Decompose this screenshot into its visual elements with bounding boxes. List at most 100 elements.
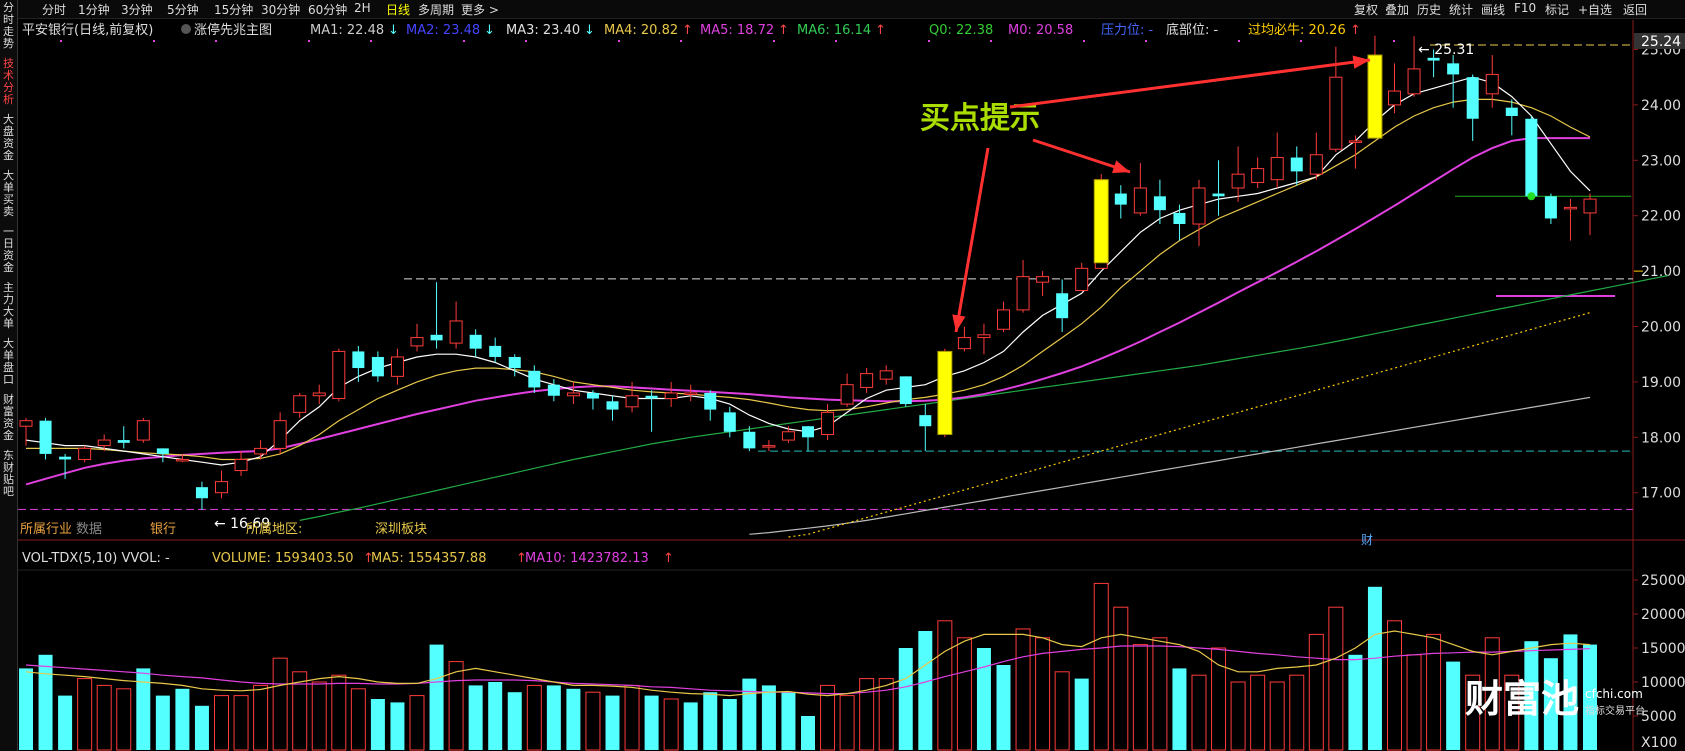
top-marker-dot	[773, 40, 775, 42]
watermark-url: cfchi.com	[1585, 687, 1643, 701]
sidebar-item-2[interactable]: 大盘资金	[1, 114, 16, 162]
volume-bar	[878, 678, 894, 751]
toolbar-button-6[interactable]: 标记	[1545, 1, 1569, 18]
candle-body	[762, 445, 776, 448]
period-tab-9[interactable]: 多周期	[418, 1, 454, 18]
candle-body	[1505, 107, 1518, 116]
sidebar-item-0[interactable]: 分时走势	[1, 2, 16, 50]
candle-body	[430, 334, 443, 341]
volume-bar	[350, 688, 366, 751]
toolbar-button-2[interactable]: 历史	[1417, 1, 1441, 18]
toolbar-button-1[interactable]: 叠加	[1385, 1, 1409, 18]
ma-arrow-4: ↑	[682, 23, 693, 38]
toolbar-button-8[interactable]: 返回	[1623, 1, 1647, 18]
period-tab-2[interactable]: 3分钟	[121, 1, 153, 18]
candle-body	[684, 392, 698, 395]
volume-bar	[214, 695, 229, 751]
volume-bar	[1367, 586, 1382, 750]
volume-bar	[976, 648, 991, 750]
candle-body	[1173, 212, 1186, 225]
volume-bar	[663, 698, 679, 751]
period-tab-7[interactable]: 2H	[354, 1, 371, 15]
period-tab-4[interactable]: 15分钟	[214, 1, 253, 18]
volume-bar	[722, 699, 737, 750]
candle-body	[743, 431, 756, 449]
ma-arrow-2: ↓	[484, 23, 495, 38]
candle-body	[1309, 154, 1323, 175]
period-tab-3[interactable]: 5分钟	[167, 1, 199, 18]
candle-body	[78, 447, 92, 460]
candle-body	[1114, 193, 1127, 205]
toolbar-button-3[interactable]: 统计	[1449, 1, 1473, 18]
period-tab-10[interactable]: 更多 >	[461, 1, 499, 18]
volume-bar	[1054, 671, 1070, 751]
board-label: 深圳板块	[375, 522, 427, 537]
toolbar-button-4[interactable]: 画线	[1481, 1, 1505, 18]
volume-bar	[1583, 644, 1597, 750]
candle-body	[781, 431, 795, 441]
stock-title: 平安银行(日线,前复权)	[22, 22, 153, 38]
ma-arrow-3: ↓	[584, 23, 595, 38]
toolbar-button-7[interactable]: +自选	[1578, 1, 1612, 18]
price-tick-label: 19.00	[1641, 375, 1681, 391]
volume-bar	[996, 665, 1011, 750]
candle-body	[1329, 76, 1343, 150]
volume-tick-label: 25000	[1641, 573, 1685, 589]
volume-bar	[116, 688, 132, 751]
volume-unit-label: X100	[1641, 735, 1677, 751]
volume-tick-label: 15000	[1641, 641, 1685, 657]
left-sidebar: 分时走势技术分析大盘资金大单买卖一日资金主力大单大单盘口财富资金东财贴吧	[0, 0, 18, 751]
volume-ma5: MA5: 1554357.88	[371, 551, 486, 566]
extra-legend-0: Q0: 22.38	[929, 23, 993, 38]
volume-bar	[409, 695, 425, 751]
volume-bar	[644, 695, 659, 750]
candle-body	[723, 412, 736, 432]
top-marker-dot	[928, 40, 930, 42]
toolbar-button-0[interactable]: 复权	[1354, 1, 1378, 18]
volume-bar	[96, 684, 112, 751]
volume-bar	[937, 620, 953, 751]
sidebar-item-4[interactable]: 一日资金	[1, 226, 16, 274]
volume-bar	[820, 684, 836, 751]
sidebar-item-7[interactable]: 财富资金	[1, 394, 16, 442]
volume-bar	[742, 678, 757, 750]
period-tab-0[interactable]: 分时	[42, 1, 66, 18]
volume-bar	[624, 684, 640, 751]
candle-body	[195, 487, 208, 499]
top-marker-dot	[308, 40, 310, 42]
period-tab-6[interactable]: 60分钟	[308, 1, 347, 18]
volume-bar	[1563, 634, 1578, 750]
top-marker-dot	[1238, 40, 1240, 42]
candle-body	[1212, 193, 1225, 197]
sidebar-item-6[interactable]: 大单盘口	[1, 338, 16, 386]
volume-bar	[683, 702, 698, 750]
period-tab-8[interactable]: 日线	[386, 1, 410, 18]
ma-legend-5: MA5: 18.72	[700, 23, 774, 38]
candle-body	[273, 420, 287, 449]
candle-body	[1348, 140, 1362, 143]
toolbar-button-5[interactable]: F10	[1514, 1, 1536, 15]
candle-body	[821, 411, 835, 436]
candle-body	[352, 351, 365, 369]
sidebar-item-8[interactable]: 东财贴吧	[1, 450, 16, 498]
sidebar-item-3[interactable]: 大单买卖	[1, 170, 16, 218]
sidebar-item-1[interactable]: 技术分析	[1, 58, 16, 106]
candle-body	[215, 481, 228, 494]
sidebar-item-5[interactable]: 主力大单	[1, 282, 16, 330]
candle-body	[840, 384, 854, 405]
volume-bar	[311, 681, 327, 751]
arrow-to-third-signal-head	[1352, 55, 1370, 69]
q0-dot	[1527, 192, 1536, 201]
volume-bar	[1524, 641, 1539, 750]
period-tab-1[interactable]: 1分钟	[78, 1, 110, 18]
price-tick-label: 17.00	[1641, 486, 1681, 502]
candle-body	[528, 370, 541, 388]
price-tick-label: 23.00	[1641, 153, 1681, 169]
candle-body	[957, 337, 971, 350]
period-tab-5[interactable]: 30分钟	[261, 1, 300, 18]
volume-bar	[429, 644, 444, 750]
bank-label: 银行	[150, 522, 176, 537]
industry-label: 所属行业	[20, 522, 72, 537]
top-marker-dot	[618, 40, 620, 42]
candle-body	[1075, 267, 1089, 291]
